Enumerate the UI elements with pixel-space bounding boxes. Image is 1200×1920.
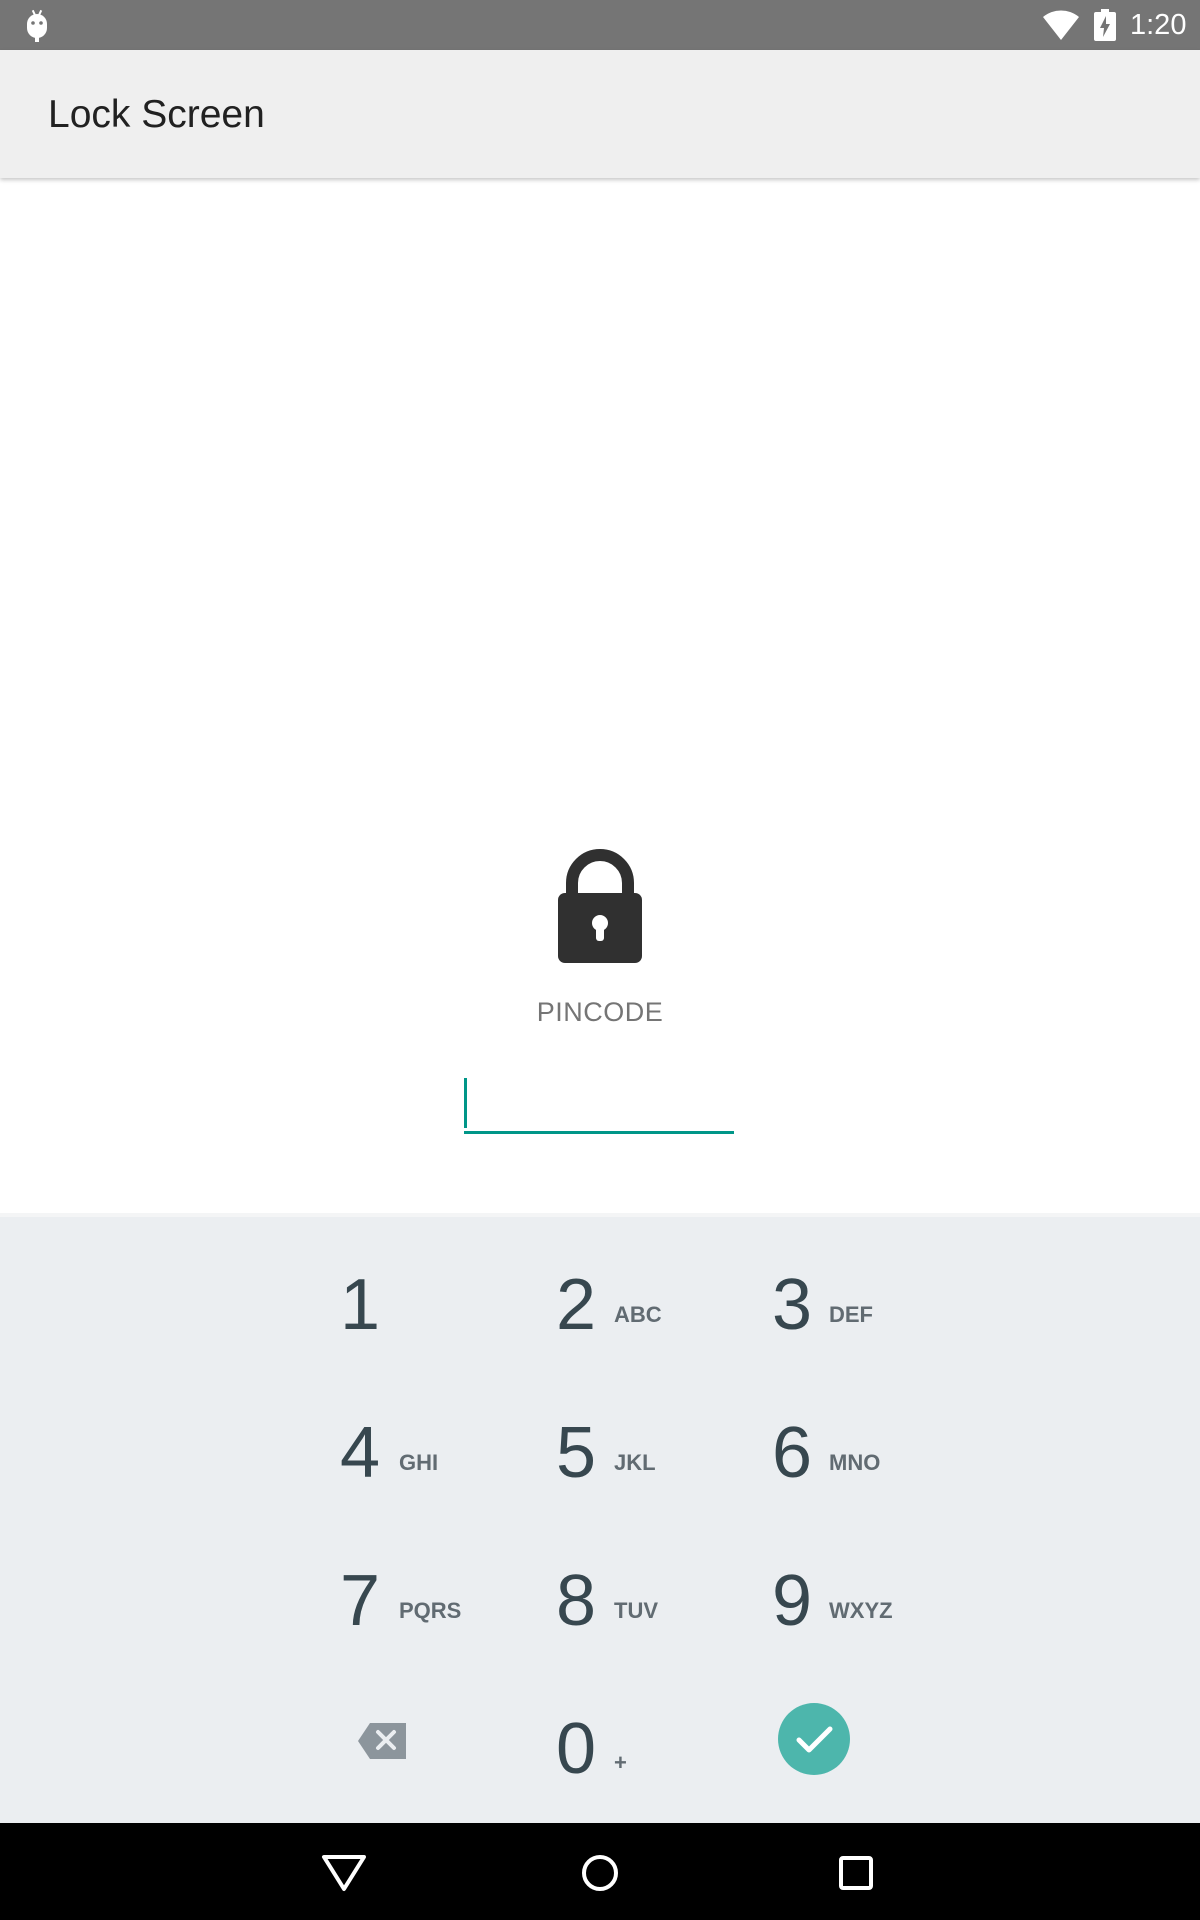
navigation-bar <box>0 1823 1200 1920</box>
home-icon[interactable] <box>570 1843 630 1903</box>
app-bar: Lock Screen <box>0 50 1200 178</box>
status-bar: 1:20 <box>0 0 1200 50</box>
android-icon <box>27 9 47 42</box>
key-1[interactable]: 1 <box>340 1260 540 1380</box>
battery-charging-icon <box>1094 9 1116 41</box>
key-0[interactable]: 0 + <box>556 1704 756 1824</box>
key-digit: 2 <box>556 1265 597 1345</box>
key-digit: 5 <box>556 1413 597 1493</box>
recents-icon[interactable] <box>826 1843 886 1903</box>
key-digit: 0 <box>556 1709 597 1789</box>
key-letters: MNO <box>829 1450 881 1475</box>
key-5[interactable]: 5 JKL <box>556 1408 756 1528</box>
backspace-button[interactable] <box>358 1721 408 1761</box>
key-2[interactable]: 2 ABC <box>556 1260 756 1380</box>
pincode-input[interactable] <box>464 1070 734 1134</box>
key-letters: WXYZ <box>829 1598 893 1623</box>
key-letters: GHI <box>399 1450 439 1475</box>
key-digit: 8 <box>556 1561 597 1641</box>
backspace-icon <box>358 1723 406 1759</box>
key-digit: 4 <box>340 1413 381 1493</box>
lock-icon <box>558 849 642 963</box>
text-cursor <box>464 1078 467 1128</box>
pincode-label: PINCODE <box>536 997 664 1027</box>
key-letters: TUV <box>614 1598 658 1623</box>
key-3[interactable]: 3 DEF <box>772 1260 972 1380</box>
back-icon[interactable] <box>314 1843 374 1903</box>
key-digit: 7 <box>340 1561 381 1641</box>
key-9[interactable]: 9 WXYZ <box>772 1556 972 1676</box>
key-digit: 3 <box>772 1265 813 1345</box>
key-4[interactable]: 4 GHI <box>340 1408 540 1528</box>
key-letters: + <box>614 1750 627 1775</box>
lock-content <box>0 178 1200 1218</box>
key-letters: PQRS <box>399 1598 462 1623</box>
key-7[interactable]: 7 PQRS <box>340 1556 540 1676</box>
key-6[interactable]: 6 MNO <box>772 1408 972 1528</box>
wifi-icon <box>1043 10 1079 41</box>
key-letters: ABC <box>614 1302 662 1327</box>
key-letters: JKL <box>614 1450 656 1475</box>
check-icon <box>796 1726 833 1753</box>
key-digit: 9 <box>772 1561 813 1641</box>
key-8[interactable]: 8 TUV <box>556 1556 756 1676</box>
key-letters: DEF <box>829 1302 873 1327</box>
key-digit: 6 <box>772 1413 813 1493</box>
key-digit: 1 <box>340 1265 381 1345</box>
page-title: Lock Screen <box>48 93 265 136</box>
status-clock: 1:20 <box>1130 9 1187 41</box>
numeric-keypad: 1 2 ABC 3 DEF 4 GHI 5 JKL 6 MNO 7 PQRS 8… <box>0 1213 1200 1823</box>
confirm-button[interactable] <box>778 1703 850 1775</box>
